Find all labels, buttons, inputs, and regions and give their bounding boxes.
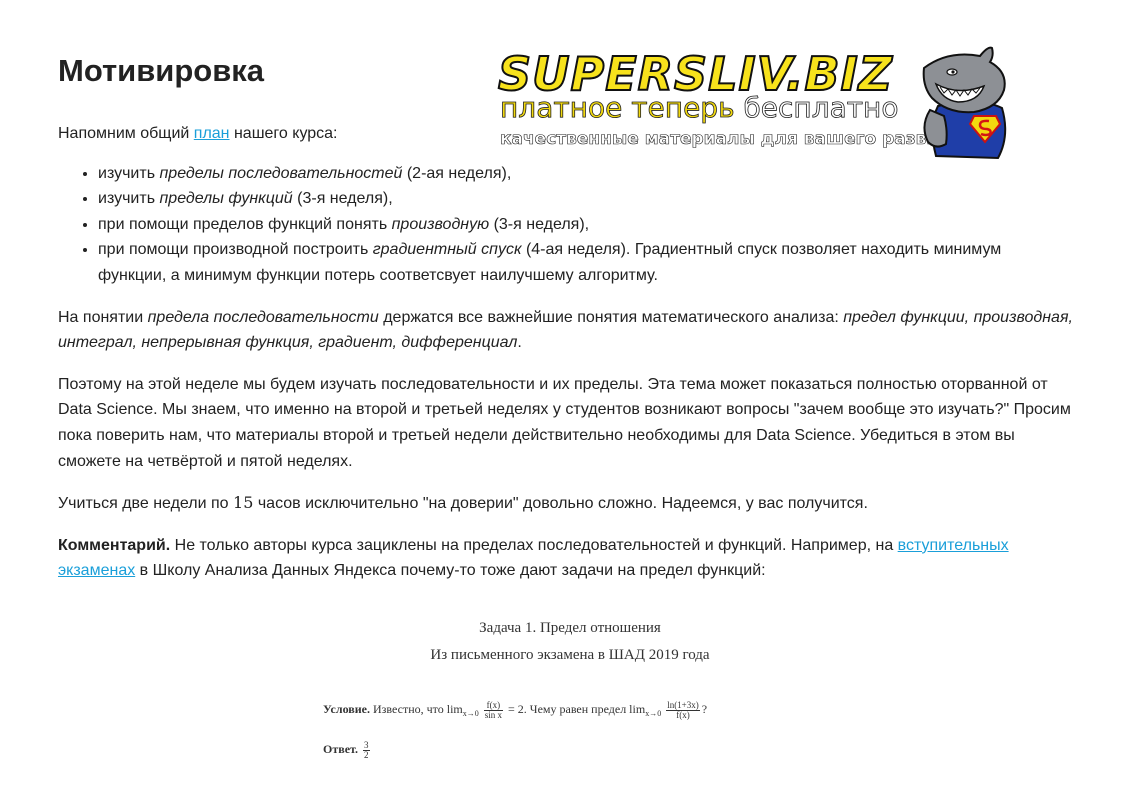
list-item: при помощи пределов функций понять произ… (98, 212, 1073, 238)
list-item-text: при помощи производной построить (98, 241, 373, 259)
exam-title: Задача 1. Предел отношения (479, 620, 661, 636)
condition-text: = 2. Чему равен предел lim (505, 702, 646, 716)
exam-subtitle: Из письменного экзамена в ШАД 2019 года (430, 647, 710, 663)
answer-fraction: 32 (363, 740, 370, 760)
paragraph-text: На понятии (58, 308, 148, 326)
list-item-text: (2-ая неделя), (402, 164, 512, 182)
list-item-text: (3-я неделя), (489, 215, 590, 233)
exam-answer: Ответ. 32 (323, 738, 372, 760)
fraction-denominator: f(x) (676, 709, 690, 720)
trust-paragraph: Учиться две недели по 15 часов исключите… (58, 490, 1073, 517)
paragraph-text: Учиться две недели по (58, 495, 234, 513)
logo-slogan-b: бесплатно (734, 91, 899, 124)
concept-paragraph: На понятии предела последовательности де… (58, 305, 1073, 356)
list-item-term: пределы последовательностей (159, 164, 403, 182)
condition-label: Условие. (323, 702, 370, 716)
hours-number: 15 (233, 493, 254, 513)
intro-text: Напомним общий (58, 125, 194, 142)
fraction: ln(1+3x) f(x) (666, 700, 700, 720)
paragraph-text: . (517, 334, 522, 352)
plan-list: изучить пределы последовательностей (2-а… (58, 161, 1073, 289)
list-item-text: изучить (98, 190, 160, 208)
intro-text-after: нашего курса: (229, 125, 338, 142)
answer-label: Ответ. (323, 742, 359, 756)
fraction-denominator: 2 (364, 749, 369, 760)
why-paragraph: Поэтому на этой неделе мы будем изучать … (58, 375, 1071, 470)
logo-slogan-a: платное теперь (500, 91, 735, 124)
supersliv-logo: SUPERSLIV.BIZ платное теперь бесплатно к… (497, 46, 1013, 164)
comment-label: Комментарий. (58, 536, 171, 554)
paragraph-text: Не только авторы курса зациклены на пред… (170, 536, 898, 554)
list-item-term: производную (391, 215, 490, 233)
fraction-denominator: sin x (484, 709, 503, 720)
condition-text: ? (701, 702, 708, 716)
list-item-text: изучить (98, 164, 160, 182)
paragraph-text: держатся все важнейшие понятия математич… (378, 308, 844, 326)
list-item: изучить пределы последовательностей (2-а… (98, 161, 1073, 187)
exam-condition: Условие. Известно, что limx→0 f(x) sin x … (323, 698, 707, 725)
limit-subscript: x→0 (645, 709, 662, 718)
list-item: изучить пределы функций (3-я неделя), (98, 186, 1073, 212)
shark-superhero-icon (922, 46, 1007, 160)
limit-subscript: x→0 (462, 709, 479, 718)
plan-link[interactable]: план (194, 125, 230, 142)
condition-text: Известно, что lim (370, 702, 463, 716)
list-item-term: градиентный спуск (372, 241, 522, 259)
fraction: f(x) sin x (483, 700, 504, 720)
list-item-text: при помощи пределов функций понять (98, 215, 392, 233)
paragraph-term: предела последовательности (147, 308, 379, 326)
comment-paragraph: Комментарий. Не только авторы курса заци… (58, 533, 1073, 584)
paragraph-text: в Школу Анализа Данных Яндекса почему-то… (135, 562, 766, 580)
logo-tagline: качественные материалы для вашего развит… (500, 129, 972, 150)
logo-slogan: платное теперь бесплатно (500, 91, 899, 124)
list-item-text: (3-я неделя), (292, 190, 393, 208)
paragraph-text: часов исключительно "на доверии" довольн… (253, 495, 868, 513)
list-item-term: пределы функций (159, 190, 293, 208)
list-item: при помощи производной построить градиен… (98, 237, 1073, 288)
